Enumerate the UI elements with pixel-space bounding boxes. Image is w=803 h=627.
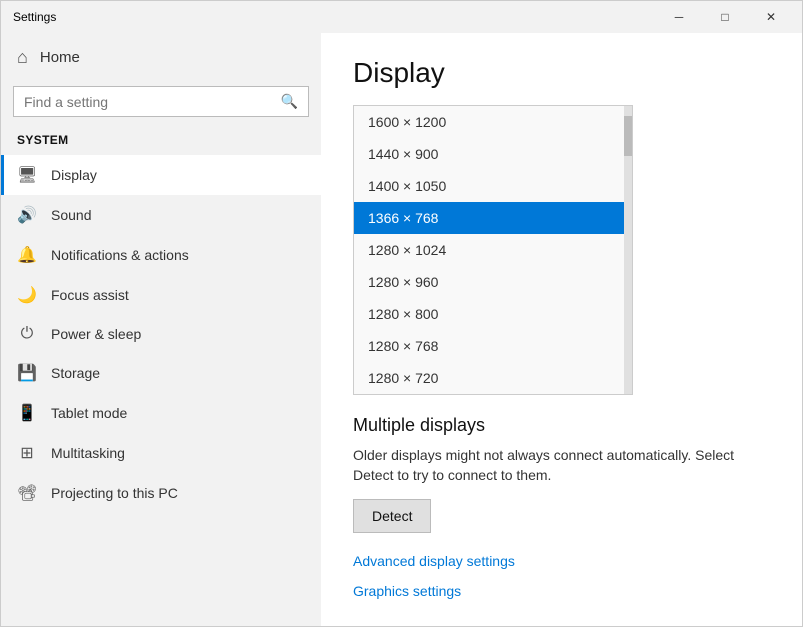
sound-label: Sound — [51, 207, 91, 223]
focus-label: Focus assist — [51, 287, 129, 303]
close-button[interactable]: ✕ — [748, 1, 794, 33]
nav-item-sound[interactable]: 🔊 Sound — [1, 195, 321, 235]
resolution-1280-768[interactable]: 1280 × 768 — [354, 330, 624, 362]
titlebar: Settings ─ □ ✕ — [1, 1, 802, 33]
resolution-1600-1200[interactable]: 1600 × 1200 — [354, 106, 624, 138]
nav-item-multitasking[interactable]: ⊞ Multitasking — [1, 433, 321, 473]
storage-label: Storage — [51, 365, 100, 381]
home-label: Home — [40, 49, 80, 66]
detect-button[interactable]: Detect — [353, 499, 431, 533]
nav-item-focus[interactable]: 🌙 Focus assist — [1, 275, 321, 315]
system-section-header: System — [1, 129, 321, 155]
maximize-button[interactable]: □ — [702, 1, 748, 33]
resolution-items: 1600 × 1200 1440 × 900 1400 × 1050 1366 … — [354, 106, 624, 394]
multiple-displays-desc: Older displays might not always connect … — [353, 446, 753, 485]
sound-icon: 🔊 — [17, 205, 37, 225]
home-nav-item[interactable]: ⌂ Home — [1, 33, 321, 82]
scrollbar-track[interactable] — [624, 106, 632, 394]
graphics-settings-link[interactable]: Graphics settings — [353, 583, 770, 599]
window-controls: ─ □ ✕ — [656, 1, 794, 33]
resolution-1280-720[interactable]: 1280 × 720 — [354, 362, 624, 394]
tablet-label: Tablet mode — [51, 405, 127, 421]
nav-item-projecting[interactable]: 📽 Projecting to this PC — [1, 473, 321, 513]
resolution-list-wrapper: 1600 × 1200 1440 × 900 1400 × 1050 1366 … — [354, 106, 632, 394]
notifications-icon: 🔔 — [17, 245, 37, 265]
resolution-1440-900[interactable]: 1440 × 900 — [354, 138, 624, 170]
nav-item-storage[interactable]: 💾 Storage — [1, 353, 321, 393]
display-icon: 🖥 — [17, 165, 37, 185]
search-box[interactable]: 🔍 — [13, 86, 309, 117]
storage-icon: 💾 — [17, 363, 37, 383]
resolution-1280-1024[interactable]: 1280 × 1024 — [354, 234, 624, 266]
resolution-1280-960[interactable]: 1280 × 960 — [354, 266, 624, 298]
display-label: Display — [51, 167, 97, 183]
home-icon: ⌂ — [17, 47, 28, 68]
nav-item-notifications[interactable]: 🔔 Notifications & actions — [1, 235, 321, 275]
search-input[interactable] — [24, 94, 281, 110]
resolution-1400-1050[interactable]: 1400 × 1050 — [354, 170, 624, 202]
multitasking-icon: ⊞ — [17, 443, 37, 463]
power-icon: ⏻ — [17, 325, 37, 343]
resolution-1366-768[interactable]: 1366 × 768 — [354, 202, 624, 234]
multitasking-label: Multitasking — [51, 445, 125, 461]
main-content: Display 1600 × 1200 1440 × 900 1400 × 10… — [321, 33, 802, 626]
focus-icon: 🌙 — [17, 285, 37, 305]
notifications-label: Notifications & actions — [51, 247, 189, 263]
advanced-display-settings-link[interactable]: Advanced display settings — [353, 553, 770, 569]
window-content: ⌂ Home 🔍 System 🖥 Display 🔊 Sound 🔔 N — [1, 33, 802, 626]
minimize-button[interactable]: ─ — [656, 1, 702, 33]
tablet-icon: 📱 — [17, 403, 37, 423]
nav-item-tablet[interactable]: 📱 Tablet mode — [1, 393, 321, 433]
nav-item-display[interactable]: 🖥 Display — [1, 155, 321, 195]
page-title: Display — [353, 57, 770, 89]
settings-window: Settings ─ □ ✕ ⌂ Home 🔍 System 🖥 — [0, 0, 803, 627]
projecting-label: Projecting to this PC — [51, 485, 178, 501]
search-icon: 🔍 — [281, 93, 298, 110]
projecting-icon: 📽 — [17, 483, 37, 503]
nav-item-power[interactable]: ⏻ Power & sleep — [1, 315, 321, 353]
resolution-list[interactable]: 1600 × 1200 1440 × 900 1400 × 1050 1366 … — [353, 105, 633, 395]
window-title: Settings — [13, 10, 56, 24]
sidebar: ⌂ Home 🔍 System 🖥 Display 🔊 Sound 🔔 N — [1, 33, 321, 626]
scrollbar-thumb[interactable] — [624, 116, 632, 156]
power-label: Power & sleep — [51, 326, 141, 342]
multiple-displays-title: Multiple displays — [353, 415, 770, 436]
resolution-1280-800[interactable]: 1280 × 800 — [354, 298, 624, 330]
